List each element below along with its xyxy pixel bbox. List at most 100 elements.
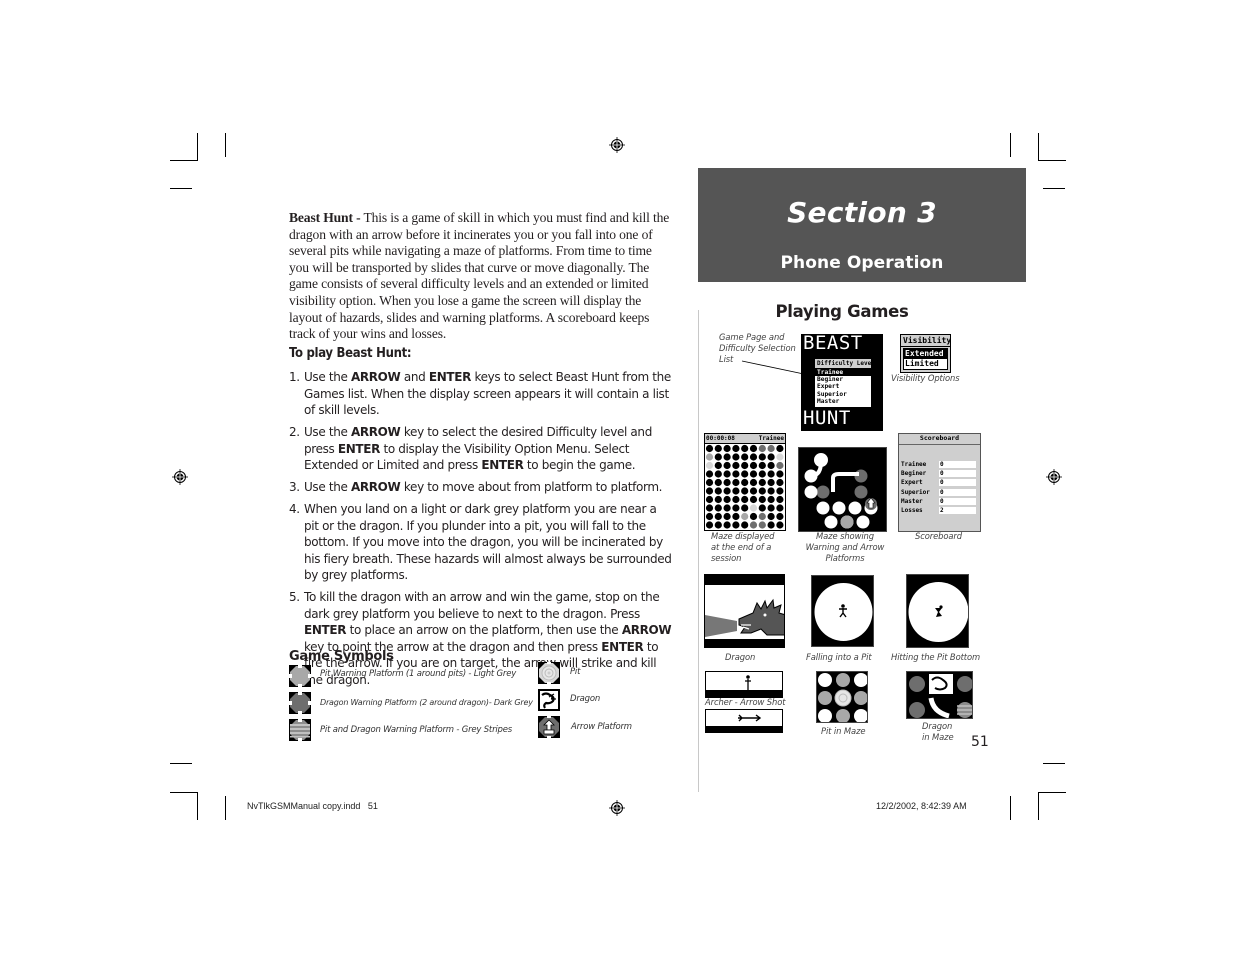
- maze-platform: [758, 461, 766, 470]
- step-text: Use the: [304, 480, 351, 494]
- maze-platform: [714, 453, 722, 461]
- maze-platform: [776, 521, 784, 529]
- scoreboard-label: Master: [901, 497, 923, 505]
- maze-timer: 00:00:08: [706, 435, 735, 442]
- maze-platform: [705, 470, 714, 478]
- pit-bottom-image: [908, 582, 968, 642]
- footer-file: NvTlkGSMManual copy.indd 51: [247, 801, 378, 811]
- key-name: ARROW: [350, 425, 401, 439]
- scoreboard-title: Scoreboard: [899, 434, 980, 445]
- caption-archer: Archer - Arrow Shot: [705, 697, 786, 707]
- caption-pit-bottom: Hitting the Pit Bottom: [891, 652, 981, 662]
- step-item: 1. Use the ARROW and ENTER keys to select…: [289, 369, 674, 419]
- caption-pit-maze: Pit in Maze: [821, 726, 866, 736]
- maze-platform: [758, 470, 766, 478]
- maze-platform: [776, 444, 784, 453]
- maze-platform: [741, 495, 749, 504]
- symbol-label-dragon-warning: Dragon Warning Platform (2 around dragon…: [320, 698, 533, 707]
- step-number: 4.: [289, 502, 300, 516]
- crop-mark: [197, 792, 198, 820]
- visibility-option[interactable]: Extended: [904, 349, 947, 359]
- visibility-option[interactable]: Limited: [904, 359, 947, 369]
- maze-platform: [723, 444, 731, 453]
- scoreboard-row: Trainee 0: [901, 460, 979, 469]
- step-text: Use the: [304, 370, 351, 384]
- maze-platform: [776, 487, 784, 495]
- key-name: ARROW: [350, 480, 401, 494]
- maze-platform: [732, 453, 740, 461]
- steps-list: 1. Use the ARROW and ENTER keys to select…: [289, 369, 674, 694]
- maze-platform: [723, 521, 731, 529]
- maze-platform: [723, 470, 731, 478]
- maze-platform: [741, 444, 749, 453]
- scoreboard-value: 0: [939, 470, 976, 478]
- maze-platform: [741, 504, 749, 512]
- difficulty-option[interactable]: Expert: [815, 383, 871, 390]
- maze-platform: [705, 453, 714, 461]
- crop-mark: [1010, 133, 1011, 157]
- step-text: to begin the game.: [523, 458, 636, 472]
- archer-image: [706, 675, 782, 697]
- maze-platform: [767, 521, 775, 529]
- maze-platform: [741, 478, 749, 487]
- intro-text: This is a game of skill in which you mus…: [289, 210, 670, 342]
- maze-platform: [714, 470, 722, 478]
- arrow-shot-image: [706, 714, 782, 732]
- step-item: 4. When you land on a light or dark grey …: [289, 501, 674, 584]
- maze-platform: [749, 453, 758, 461]
- maze-platform: [714, 521, 722, 529]
- maze-platform: [767, 470, 775, 478]
- maze-platform: [776, 453, 784, 461]
- maze-platform: [723, 478, 731, 487]
- crop-mark: [1010, 796, 1011, 820]
- maze-platform: [732, 461, 740, 470]
- archer-screen-2: [705, 709, 783, 733]
- key-name: ENTER: [337, 441, 381, 456]
- difficulty-option[interactable]: Superior: [815, 391, 871, 398]
- step-number: 5.: [289, 590, 300, 604]
- maze-platform: [714, 461, 722, 470]
- key-name: ENTER: [481, 458, 524, 472]
- step-text: To kill the dragon with an arrow and win…: [304, 590, 660, 621]
- dragon-screen: [704, 574, 785, 648]
- maze-platform: [732, 495, 740, 504]
- scoreboard-row: Superior 0: [901, 488, 979, 497]
- maze-platform: [749, 470, 758, 478]
- difficulty-option[interactable]: Beginer: [815, 376, 871, 383]
- key-name: ENTER: [601, 639, 644, 654]
- maze-platform: [749, 487, 758, 495]
- maze-end-grid: [705, 444, 784, 529]
- maze-platform: [714, 512, 722, 521]
- falling-screen: [811, 575, 874, 647]
- maze-platform: [741, 487, 749, 495]
- maze-platform: [758, 512, 766, 521]
- key-name: ARROW: [350, 370, 401, 384]
- maze-platform: [749, 512, 758, 521]
- maze-end-screen: 00:00:08 Trainee: [704, 433, 786, 531]
- maze-platform: [732, 504, 740, 512]
- key-name: ARROW: [621, 623, 672, 637]
- caption-maze-end: Maze displayed at the end of a session: [711, 531, 775, 563]
- scoreboard-value: 0: [939, 479, 976, 487]
- step-number: 1.: [289, 370, 300, 384]
- maze-platform: [705, 444, 714, 453]
- crop-mark: [170, 763, 192, 764]
- difficulty-option[interactable]: Master: [815, 398, 871, 405]
- crop-mark: [1038, 133, 1039, 161]
- arrow-platform-icon: [538, 716, 560, 738]
- maze-platform: [749, 461, 758, 470]
- maze-platform: [767, 495, 775, 504]
- maze-status-bar: 00:00:08 Trainee: [705, 434, 785, 444]
- registration-mark-icon: [1046, 469, 1062, 485]
- section-title: Section 3: [787, 196, 937, 229]
- key-name: ENTER: [428, 370, 472, 384]
- crop-mark: [1038, 160, 1066, 161]
- scoreboard-value: 0: [939, 461, 976, 469]
- maze-platform: [732, 478, 740, 487]
- maze-platform: [741, 512, 749, 521]
- game-page-screen: BEAST Difficulty Level Trainee Beginer Exp…: [801, 334, 883, 431]
- dragon-maze-image: [909, 674, 972, 718]
- pit-icon: [538, 662, 560, 684]
- step-item: 3. Use the ARROW key to move about from p…: [289, 479, 674, 496]
- maze-platform: [732, 444, 740, 453]
